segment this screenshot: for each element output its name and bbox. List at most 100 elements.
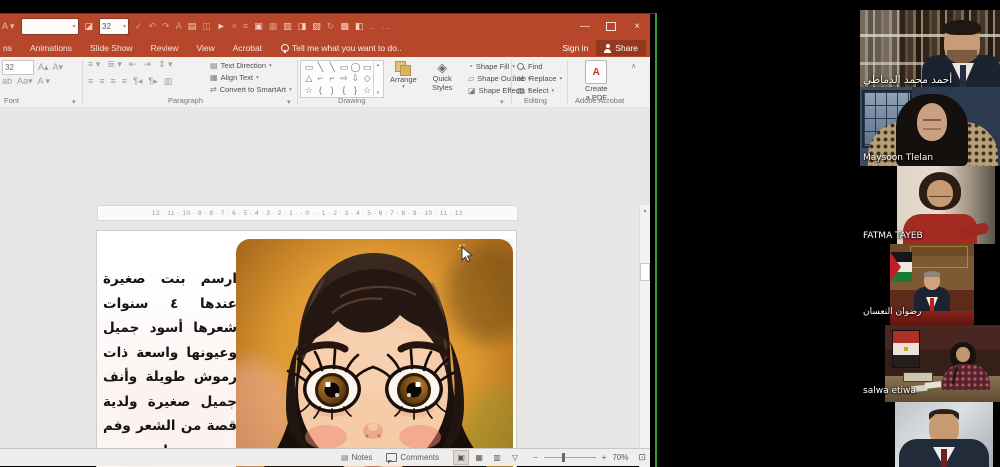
shape-line2-icon[interactable]: ╲	[329, 63, 334, 72]
shape-arrow-down-icon[interactable]: ⇩	[352, 74, 360, 83]
find-button[interactable]: Find	[517, 62, 543, 71]
grow-font-icon[interactable]: A▴	[38, 63, 49, 72]
undo-icon[interactable]: ↶	[149, 22, 157, 31]
shape-diamond-icon[interactable]: ◇	[364, 74, 371, 83]
shape-oval-icon[interactable]: ◯	[350, 63, 360, 72]
shape-fill-button[interactable]: ◔Shape Fill▾	[468, 62, 515, 71]
spell-check-icon[interactable]: ✓	[135, 22, 143, 31]
copy-icon[interactable]: ◫	[202, 22, 211, 31]
font-name-combo[interactable]: ▾	[21, 18, 79, 35]
grid-icon[interactable]: ▩	[340, 22, 349, 31]
tab-view[interactable]: View	[187, 43, 223, 53]
align-center-icon[interactable]: ≡	[99, 77, 104, 86]
overflow-icon[interactable]: …	[381, 22, 390, 31]
shape-rounded-rect-icon[interactable]: ▭	[363, 63, 372, 72]
scroll-up-icon[interactable]: ▴	[643, 207, 646, 214]
zoom-slider-thumb[interactable]	[562, 453, 565, 462]
slide-image-girl[interactable]	[236, 239, 513, 467]
delete-icon[interactable]: ×	[232, 22, 237, 31]
split-view-icon[interactable]: ◧	[355, 22, 364, 31]
slide-sorter-button[interactable]: ▦	[471, 450, 487, 465]
tab-animations[interactable]: Animations	[21, 43, 81, 53]
numbering-icon[interactable]: ≣ ▾	[107, 60, 122, 69]
text-direction-button[interactable]: ▤Text Direction▾	[210, 61, 272, 70]
shapes-gallery[interactable]: ▭ ╲ ╲ ▭ ◯ ▭ △ ⌐ ⌐ ⇨ ⇩ ◇ ☆ ( ) { } ☆ ▴	[300, 60, 384, 98]
participant-tile[interactable]: Maysoon Tlelan	[860, 87, 1000, 166]
scroll-down-icon[interactable]: ▾	[377, 90, 380, 96]
font-size-combo[interactable]: 32▾	[99, 18, 129, 35]
slide-text-arabic[interactable]: ارسم بنت صغيرة عندها ٤ سنوات شعرها أسود …	[103, 267, 237, 467]
participant-tile[interactable]: رضوان النعسان	[860, 244, 1000, 325]
comments-button[interactable]: Comments	[386, 453, 439, 462]
slide-canvas[interactable]: ارسم بنت صغيرة عندها ٤ سنوات شعرها أسود …	[97, 231, 516, 467]
shape-rect-icon[interactable]: ▭	[305, 63, 314, 72]
quick-styles-button[interactable]: ◈ Quick Styles	[432, 61, 452, 92]
restore-button[interactable]	[598, 14, 624, 39]
shape-line-icon[interactable]: ╲	[318, 63, 323, 72]
shape-curly-close-icon[interactable]: }	[354, 86, 357, 95]
tab-slide-show[interactable]: Slide Show	[81, 43, 142, 53]
more-commands-icon[interactable]: ‥	[369, 22, 375, 31]
checkbox-icon[interactable]: ▣	[254, 22, 263, 31]
collapse-ribbon-icon[interactable]: ∧	[631, 62, 636, 70]
participant-tile[interactable]	[860, 402, 1000, 467]
vertical-scrollbar[interactable]: ▴ ▾ ⇈ ⇊	[639, 205, 650, 467]
reading-view-button[interactable]: ▥	[489, 450, 505, 465]
shape-star-icon[interactable]: ☆	[305, 86, 313, 95]
fit-to-window-icon[interactable]: ⊡	[638, 452, 646, 463]
paragraph-dialog-launcher[interactable]: ▾	[287, 98, 291, 106]
scroll-up-icon[interactable]: ▴	[377, 62, 380, 68]
shape-brace-open-icon[interactable]: (	[319, 86, 322, 95]
rtl-direction-icon[interactable]: ¶▸	[148, 77, 157, 86]
font-color-icon[interactable]: A ▾	[2, 21, 15, 32]
decrease-indent-icon[interactable]: ⇤	[129, 60, 137, 69]
select-button[interactable]: ▧Select▾	[517, 86, 554, 95]
list-icon[interactable]: ≡	[243, 22, 248, 31]
shape-elbow-icon[interactable]: ⌐	[318, 74, 323, 83]
shrink-font-icon[interactable]: A▾	[53, 63, 64, 72]
justify-icon[interactable]: ≡	[122, 77, 127, 86]
line-spacing-icon[interactable]: ⇕ ▾	[158, 60, 173, 69]
tab-review[interactable]: Review	[142, 43, 188, 53]
participant-tile[interactable]: أحمد محمد الدماطي	[860, 10, 1000, 87]
shape-arrow-right-icon[interactable]: ⇨	[340, 74, 348, 83]
convert-smartart-button[interactable]: ⇄Convert to SmartArt▾	[210, 85, 292, 94]
zoom-level[interactable]: 70%	[612, 453, 628, 462]
pointer-icon[interactable]: ►	[217, 22, 226, 31]
replace-button[interactable]: abReplace▾	[517, 74, 562, 83]
drawing-dialog-launcher[interactable]: ▾	[500, 98, 504, 106]
shape-curly-open-icon[interactable]: {	[342, 86, 345, 95]
normal-view-button[interactable]: ▣	[453, 450, 469, 465]
minimize-button[interactable]: —	[572, 14, 598, 39]
align-right-icon[interactable]: ≡	[111, 77, 116, 86]
shape-elbow2-icon[interactable]: ⌐	[330, 74, 335, 83]
align-text-button[interactable]: ▦Align Text▾	[210, 73, 259, 82]
font-icon[interactable]: A	[176, 22, 182, 31]
bullets-icon[interactable]: ≡ ▾	[88, 60, 100, 69]
zoom-out-button[interactable]: −	[533, 453, 538, 462]
change-case-icon[interactable]: Aa▾	[17, 77, 33, 86]
font-dialog-launcher[interactable]: ▾	[72, 98, 76, 106]
zoom-slider[interactable]	[544, 457, 596, 458]
arrange-button[interactable]: Arrange ▾	[390, 61, 417, 90]
ltr-direction-icon[interactable]: ¶◂	[133, 77, 142, 86]
close-button[interactable]: ×	[624, 14, 650, 39]
tell-me-box[interactable]: Tell me what you want to do..	[281, 43, 402, 53]
strikethrough-icon[interactable]: ab	[2, 77, 12, 86]
save-icon[interactable]: ▤	[188, 22, 197, 31]
shapes-gallery-scrollbar[interactable]: ▴ ▾	[373, 62, 382, 96]
new-slide-icon[interactable]: ▥	[283, 22, 292, 31]
participant-tile[interactable]: FATMA TAYEB	[860, 166, 1000, 244]
table-icon[interactable]: ▦	[269, 22, 278, 31]
tab-transitions-partial[interactable]: ns	[0, 43, 21, 53]
zoom-in-button[interactable]: +	[602, 453, 607, 462]
layout-icon[interactable]: ◨	[298, 22, 307, 31]
align-left-icon[interactable]: ≡	[88, 77, 93, 86]
slideshow-button[interactable]: ▽	[507, 450, 523, 465]
increase-indent-icon[interactable]: ⇥	[143, 60, 151, 69]
scrollbar-thumb[interactable]	[640, 263, 650, 281]
participant-tile[interactable]: salwa etiwa	[860, 325, 1000, 402]
shape-rect2-icon[interactable]: ▭	[340, 63, 349, 72]
link-icon[interactable]: ↻	[327, 22, 335, 31]
shape-brace-close-icon[interactable]: )	[331, 86, 334, 95]
